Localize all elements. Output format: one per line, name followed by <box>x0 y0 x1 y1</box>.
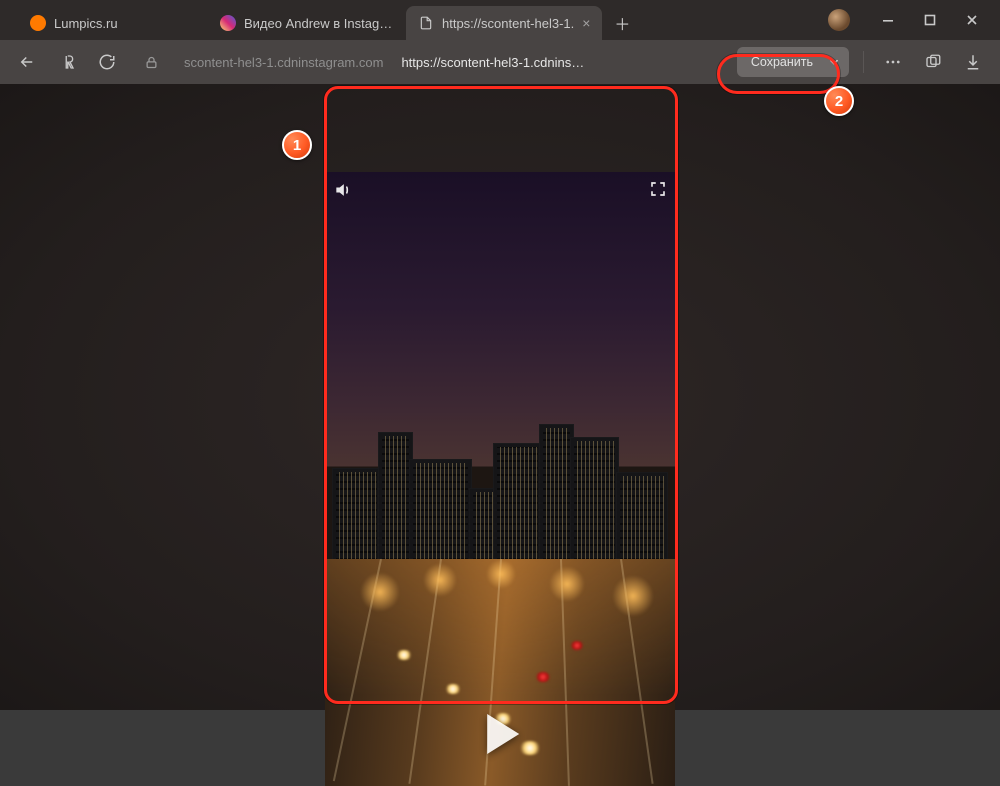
save-dropdown-button[interactable] <box>823 55 845 69</box>
tab-lumpics[interactable]: Lumpics.ru <box>18 6 208 40</box>
window-close-button[interactable] <box>952 4 992 36</box>
back-button[interactable] <box>12 47 42 77</box>
tab-label: https://scontent-hel3-1. <box>442 16 574 31</box>
favicon-lumpics <box>30 15 46 31</box>
tab-instagram[interactable]: Видео Andrew в Instagram <box>208 6 406 40</box>
address-host: scontent-hel3-1.cdninstagram.com <box>184 55 383 70</box>
tab-label: Видео Andrew в Instagram <box>244 16 394 31</box>
toolbar-divider <box>863 51 864 73</box>
reload-button[interactable] <box>92 47 122 77</box>
play-icon <box>487 714 519 754</box>
tab-scontent[interactable]: https://scontent-hel3-1. × <box>406 6 602 40</box>
save-button[interactable]: Сохранить <box>751 55 813 69</box>
play-button[interactable] <box>487 714 519 754</box>
page-viewport <box>0 84 1000 710</box>
lock-icon[interactable] <box>136 47 166 77</box>
save-button-group: Сохранить <box>737 47 849 77</box>
favicon-instagram <box>220 15 236 31</box>
tab-strip: Lumpics.ru Видео Andrew в Instagram http… <box>0 0 1000 40</box>
profile-avatar[interactable] <box>828 9 850 31</box>
more-menu-button[interactable] <box>878 47 908 77</box>
yandex-home-button[interactable] <box>52 47 82 77</box>
window-minimize-button[interactable] <box>868 4 908 36</box>
window-maximize-button[interactable] <box>910 4 950 36</box>
video-player[interactable] <box>325 172 675 786</box>
tab-label: Lumpics.ru <box>54 16 118 31</box>
toolbar: scontent-hel3-1.cdninstagram.com https:/… <box>0 40 1000 84</box>
volume-icon[interactable] <box>333 180 353 200</box>
fullscreen-icon[interactable] <box>649 180 667 198</box>
address-display: https://scontent-hel3-1.cdnins… <box>401 55 584 70</box>
close-tab-icon[interactable]: × <box>582 16 590 30</box>
extensions-button[interactable] <box>918 47 948 77</box>
address-bar[interactable]: scontent-hel3-1.cdninstagram.com https:/… <box>176 47 727 77</box>
downloads-button[interactable] <box>958 47 988 77</box>
new-tab-button[interactable]: ＋ <box>608 9 636 37</box>
file-icon <box>418 15 434 31</box>
